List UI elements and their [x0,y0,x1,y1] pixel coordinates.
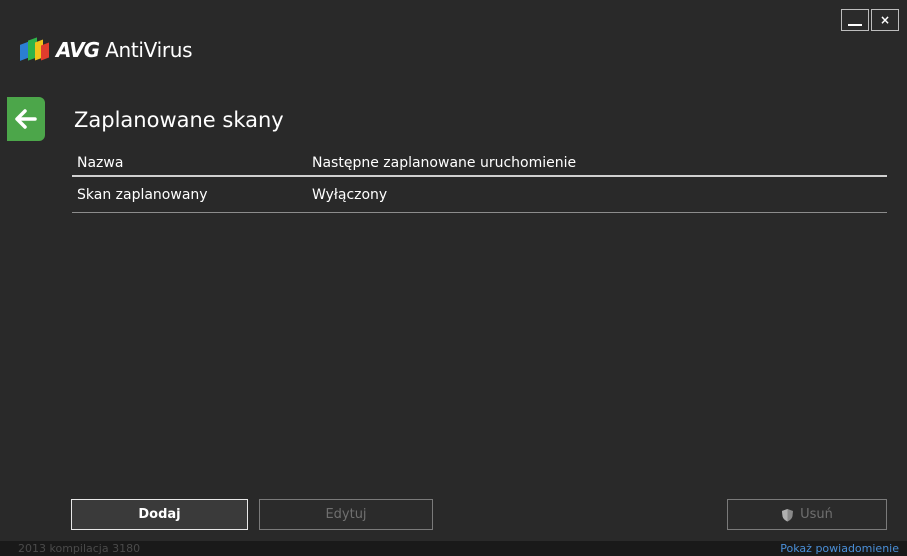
edit-button[interactable]: Edytuj [259,499,433,530]
delete-button-label: Usuń [800,507,833,522]
shield-icon [782,508,794,521]
table-header: Nazwa Następne zaplanowane uruchomienie [72,150,887,177]
app-logo: AVG AntiVirus [20,37,193,62]
app-title: AVG AntiVirus [56,38,193,62]
table-row[interactable]: Skan zaplanowany Wyłączony [72,177,887,213]
minimize-button[interactable] [841,9,869,31]
scans-table: Nazwa Następne zaplanowane uruchomienie … [72,150,887,213]
column-header-name[interactable]: Nazwa [72,155,312,171]
status-bar: 2013 kompilacja 3180 Pokaż powiadomienie [0,541,907,556]
add-button-label: Dodaj [138,507,181,522]
close-button[interactable]: × [871,9,899,31]
app-product: AntiVirus [105,38,193,62]
column-header-next-run[interactable]: Następne zaplanowane uruchomienie [312,155,887,171]
version-label: 2013 kompilacja 3180 [18,542,141,555]
app-window: AVG AntiVirus × Zaplanowane skany Nazwa … [0,0,907,556]
back-button[interactable] [7,97,45,141]
show-notification-link[interactable]: Pokaż powiadomienie [780,542,899,555]
cell-next-run: Wyłączony [312,186,388,203]
delete-button[interactable]: Usuń [727,499,887,530]
app-brand: AVG [56,38,100,62]
avg-logo-icon [20,37,50,61]
cell-scan-name: Skan zaplanowany [77,186,208,203]
arrow-left-icon [15,109,37,129]
edit-button-label: Edytuj [325,507,367,522]
page-title: Zaplanowane skany [74,108,284,132]
add-button[interactable]: Dodaj [71,499,248,530]
window-controls: × [841,9,899,31]
